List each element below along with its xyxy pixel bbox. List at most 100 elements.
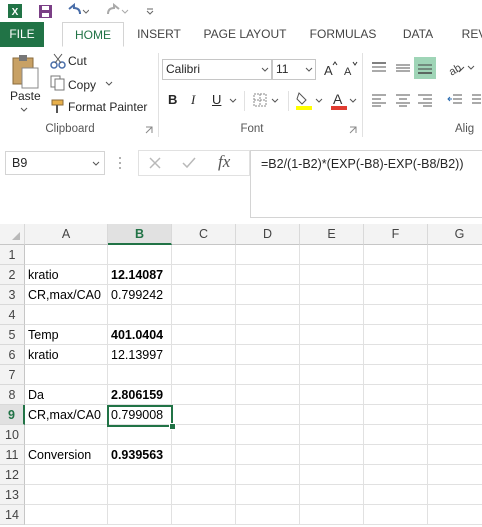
cell-d12[interactable]	[236, 465, 300, 485]
row-header[interactable]: 11	[0, 445, 25, 465]
tab-file[interactable]: FILE	[0, 22, 44, 47]
customize-icon[interactable]	[144, 2, 156, 20]
font-name-box[interactable]: Calibri	[162, 59, 272, 80]
cell-b4[interactable]	[108, 305, 172, 325]
cell-g1[interactable]	[428, 245, 482, 265]
row-header[interactable]: 1	[0, 245, 25, 265]
cell-f9[interactable]	[364, 405, 428, 425]
cell-b1[interactable]	[108, 245, 172, 265]
chevron-down-icon[interactable]	[305, 66, 313, 74]
cell-a12[interactable]	[25, 465, 108, 485]
cell-b12[interactable]	[108, 465, 172, 485]
cell-b9[interactable]: 0.799008	[108, 405, 172, 425]
row-header[interactable]: 5	[0, 325, 25, 345]
column-header[interactable]: A	[25, 224, 108, 245]
row-header[interactable]: 10	[0, 425, 25, 445]
cell-a11[interactable]: Conversion	[25, 445, 108, 465]
chevron-down-icon[interactable]	[92, 160, 100, 168]
cell-f5[interactable]	[364, 325, 428, 345]
cell-d10[interactable]	[236, 425, 300, 445]
cell-a3[interactable]: CR,max/CA0	[25, 285, 108, 305]
cell-e10[interactable]	[300, 425, 364, 445]
cell-f13[interactable]	[364, 485, 428, 505]
redo-icon[interactable]	[104, 2, 130, 20]
cell-a6[interactable]: kratio	[25, 345, 108, 365]
decrease-font-icon[interactable]: A	[342, 60, 358, 78]
cell-e2[interactable]	[300, 265, 364, 285]
cell-c10[interactable]	[172, 425, 236, 445]
row-header[interactable]: 8	[0, 385, 25, 405]
save-icon[interactable]	[36, 2, 54, 20]
enter-check-icon[interactable]	[180, 154, 198, 172]
top-align-icon[interactable]	[370, 59, 388, 77]
cell-g9[interactable]	[428, 405, 482, 425]
cell-g3[interactable]	[428, 285, 482, 305]
paste-icon[interactable]	[10, 53, 40, 91]
cell-e3[interactable]	[300, 285, 364, 305]
orientation-icon[interactable]: ab	[446, 59, 466, 77]
formula-input[interactable]: =B2/(1-B2)*(EXP(-B8)-EXP(-B8/B2))	[250, 150, 482, 218]
cell-c9[interactable]	[172, 405, 236, 425]
cut-button[interactable]: Cut	[68, 54, 87, 68]
cell-b10[interactable]	[108, 425, 172, 445]
cell-f3[interactable]	[364, 285, 428, 305]
row-header[interactable]: 7	[0, 365, 25, 385]
column-header[interactable]: D	[236, 224, 300, 245]
cell-e11[interactable]	[300, 445, 364, 465]
cell-c1[interactable]	[172, 245, 236, 265]
cell-c4[interactable]	[172, 305, 236, 325]
cell-f4[interactable]	[364, 305, 428, 325]
cell-d1[interactable]	[236, 245, 300, 265]
underline-button[interactable]: U	[212, 92, 221, 107]
cell-c13[interactable]	[172, 485, 236, 505]
column-header[interactable]: G	[428, 224, 482, 245]
row-header[interactable]: 12	[0, 465, 25, 485]
cell-c3[interactable]	[172, 285, 236, 305]
cell-a14[interactable]	[25, 505, 108, 525]
cell-d8[interactable]	[236, 385, 300, 405]
row-header[interactable]: 9	[0, 405, 25, 425]
borders-dropdown-icon[interactable]	[270, 97, 280, 105]
column-header[interactable]: B	[108, 224, 172, 245]
fill-color-dropdown-icon[interactable]	[314, 97, 324, 105]
tab-page-layout[interactable]: PAGE LAYOUT	[196, 22, 294, 47]
row-header[interactable]: 13	[0, 485, 25, 505]
align-center-icon[interactable]	[394, 91, 412, 109]
font-color-dropdown-icon[interactable]	[348, 97, 358, 105]
cell-g5[interactable]	[428, 325, 482, 345]
cell-d5[interactable]	[236, 325, 300, 345]
cell-g12[interactable]	[428, 465, 482, 485]
fill-handle[interactable]	[169, 423, 176, 430]
cell-f8[interactable]	[364, 385, 428, 405]
cell-d4[interactable]	[236, 305, 300, 325]
column-header[interactable]: E	[300, 224, 364, 245]
cell-f2[interactable]	[364, 265, 428, 285]
cell-a10[interactable]	[25, 425, 108, 445]
cell-g6[interactable]	[428, 345, 482, 365]
borders-icon[interactable]	[252, 91, 268, 109]
tab-review[interactable]: REV	[454, 22, 482, 47]
cell-e14[interactable]	[300, 505, 364, 525]
cell-b7[interactable]	[108, 365, 172, 385]
copy-dropdown-icon[interactable]	[104, 78, 114, 90]
cell-b3[interactable]: 0.799242	[108, 285, 172, 305]
fill-color-icon[interactable]	[294, 89, 314, 111]
cell-d2[interactable]	[236, 265, 300, 285]
tab-home[interactable]: HOME	[62, 22, 124, 47]
cell-c14[interactable]	[172, 505, 236, 525]
cell-b11[interactable]: 0.939563	[108, 445, 172, 465]
increase-font-icon[interactable]: A	[322, 60, 338, 78]
select-all-corner[interactable]	[0, 224, 25, 245]
cell-e8[interactable]	[300, 385, 364, 405]
copy-button[interactable]: Copy	[68, 78, 96, 92]
row-header[interactable]: 14	[0, 505, 25, 525]
cell-e12[interactable]	[300, 465, 364, 485]
cell-f6[interactable]	[364, 345, 428, 365]
tab-formulas[interactable]: FORMULAS	[304, 22, 382, 47]
cut-icon[interactable]	[50, 53, 66, 69]
orientation-dropdown-icon[interactable]	[466, 64, 476, 72]
paste-dropdown-icon[interactable]	[18, 105, 30, 115]
column-header[interactable]: C	[172, 224, 236, 245]
cell-g11[interactable]	[428, 445, 482, 465]
cell-a7[interactable]	[25, 365, 108, 385]
